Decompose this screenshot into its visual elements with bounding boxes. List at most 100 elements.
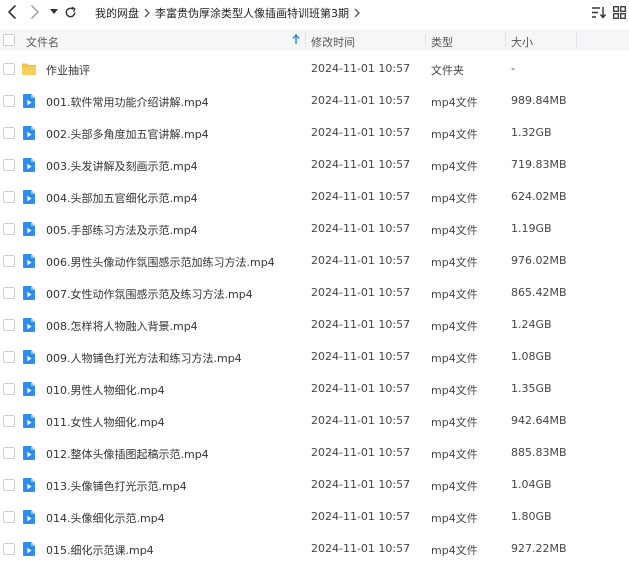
table-row[interactable]: 作业抽评 2024-11-01 10:57 文件夹 - bbox=[0, 53, 629, 85]
table-row[interactable]: 003.头发讲解及刻画示范.mp4 2024-11-01 10:57 mp4文件 71… bbox=[0, 149, 629, 181]
table-row[interactable]: 009.人物铺色打光方法和练习方法.mp4 2024-11-01 10:57 mp4… bbox=[0, 341, 629, 373]
file-name[interactable]: 作业抽评 bbox=[46, 62, 90, 78]
breadcrumb-item-root[interactable]: 我的网盘 bbox=[95, 5, 139, 21]
file-type: mp4文件 bbox=[431, 160, 478, 173]
file-modified-time: 2024-11-01 10:57 bbox=[311, 510, 411, 523]
file-modified-time: 2024-11-01 10:57 bbox=[311, 414, 411, 427]
video-file-icon bbox=[21, 413, 37, 429]
row-checkbox[interactable] bbox=[3, 479, 15, 491]
file-name[interactable]: 010.男性人物细化.mp4 bbox=[46, 382, 165, 398]
row-checkbox[interactable] bbox=[3, 543, 15, 555]
video-file-icon bbox=[21, 509, 37, 525]
row-checkbox[interactable] bbox=[3, 223, 15, 235]
row-checkbox[interactable] bbox=[3, 415, 15, 427]
file-name[interactable]: 011.女性人物细化.mp4 bbox=[46, 414, 165, 430]
table-row[interactable]: 010.男性人物细化.mp4 2024-11-01 10:57 mp4文件 1.35G… bbox=[0, 373, 629, 405]
table-row[interactable]: 004.头部加五官细化示范.mp4 2024-11-01 10:57 mp4文件 62… bbox=[0, 181, 629, 213]
file-name[interactable]: 001.软件常用功能介绍讲解.mp4 bbox=[46, 94, 209, 110]
table-row[interactable]: 012.整体头像插图起稿示范.mp4 2024-11-01 10:57 mp4文件 8… bbox=[0, 437, 629, 469]
file-modified-time: 2024-11-01 10:57 bbox=[311, 222, 411, 235]
video-file-icon bbox=[21, 125, 37, 141]
file-modified-time: 2024-11-01 10:57 bbox=[311, 286, 411, 299]
file-name[interactable]: 004.头部加五官细化示范.mp4 bbox=[46, 190, 198, 206]
column-type-header[interactable]: 类型 bbox=[431, 34, 453, 50]
select-all-checkbox[interactable] bbox=[3, 34, 15, 46]
file-name[interactable]: 012.整体头像插图起稿示范.mp4 bbox=[46, 446, 209, 462]
sort-button[interactable] bbox=[590, 4, 606, 20]
forward-button[interactable] bbox=[27, 3, 43, 21]
file-size: 1.24GB bbox=[511, 318, 552, 331]
file-type: mp4文件 bbox=[431, 384, 478, 397]
row-checkbox[interactable] bbox=[3, 447, 15, 459]
column-divider[interactable] bbox=[505, 33, 506, 47]
file-modified-time: 2024-11-01 10:57 bbox=[311, 382, 411, 395]
file-size: 1.32GB bbox=[511, 126, 552, 139]
file-modified-time: 2024-11-01 10:57 bbox=[311, 94, 411, 107]
row-checkbox[interactable] bbox=[3, 63, 15, 75]
caret-down-icon bbox=[50, 9, 58, 14]
column-header: 文件名 修改时间 类型 大小 bbox=[0, 29, 629, 51]
sort-icon bbox=[591, 6, 606, 19]
table-row[interactable]: 011.女性人物细化.mp4 2024-11-01 10:57 mp4文件 942.6… bbox=[0, 405, 629, 437]
file-name[interactable]: 013.头像铺色打光示范.mp4 bbox=[46, 478, 187, 494]
video-file-icon bbox=[21, 349, 37, 365]
file-name[interactable]: 008.怎样将人物融入背景.mp4 bbox=[46, 318, 198, 334]
file-type: mp4文件 bbox=[431, 288, 478, 301]
history-dropdown-button[interactable] bbox=[46, 3, 62, 21]
table-row[interactable]: 001.软件常用功能介绍讲解.mp4 2024-11-01 10:57 mp4文件 9… bbox=[0, 85, 629, 117]
file-name[interactable]: 007.女性动作氛围感示范及练习方法.mp4 bbox=[46, 286, 253, 302]
file-modified-time: 2024-11-01 10:57 bbox=[311, 62, 411, 75]
sort-ascending-icon bbox=[292, 33, 300, 48]
column-modified-header[interactable]: 修改时间 bbox=[311, 34, 355, 50]
file-name[interactable]: 009.人物铺色打光方法和练习方法.mp4 bbox=[46, 350, 242, 366]
table-row[interactable]: 008.怎样将人物融入背景.mp4 2024-11-01 10:57 mp4文件 1.… bbox=[0, 309, 629, 341]
table-row[interactable]: 015.细化示范课.mp4 2024-11-01 10:57 mp4文件 927.22… bbox=[0, 533, 629, 564]
row-checkbox[interactable] bbox=[3, 127, 15, 139]
column-size-header[interactable]: 大小 bbox=[511, 34, 533, 50]
back-button[interactable] bbox=[4, 3, 20, 21]
row-checkbox[interactable] bbox=[3, 511, 15, 523]
file-name[interactable]: 015.细化示范课.mp4 bbox=[46, 542, 154, 558]
row-checkbox[interactable] bbox=[3, 351, 15, 363]
breadcrumb-separator-icon bbox=[354, 8, 360, 18]
row-checkbox[interactable] bbox=[3, 383, 15, 395]
file-size: 719.83MB bbox=[511, 158, 567, 171]
file-size: 942.64MB bbox=[511, 414, 567, 427]
file-name[interactable]: 005.手部练习方法及示范.mp4 bbox=[46, 222, 198, 238]
file-type: mp4文件 bbox=[431, 352, 478, 365]
file-size: 1.04GB bbox=[511, 478, 552, 491]
file-name[interactable]: 014.头像细化示范.mp4 bbox=[46, 510, 165, 526]
column-divider[interactable] bbox=[425, 33, 426, 47]
file-type: 文件夹 bbox=[431, 64, 464, 77]
row-checkbox[interactable] bbox=[3, 255, 15, 267]
table-row[interactable]: 002.头部多角度加五官讲解.mp4 2024-11-01 10:57 mp4文件 1… bbox=[0, 117, 629, 149]
video-file-icon bbox=[21, 189, 37, 205]
video-file-icon bbox=[21, 285, 37, 301]
refresh-button[interactable] bbox=[62, 3, 78, 21]
file-name[interactable]: 006.男性头像动作氛围感示范加练习方法.mp4 bbox=[46, 254, 275, 270]
row-checkbox[interactable] bbox=[3, 95, 15, 107]
file-name[interactable]: 003.头发讲解及刻画示范.mp4 bbox=[46, 158, 198, 174]
file-type: mp4文件 bbox=[431, 480, 478, 493]
row-checkbox[interactable] bbox=[3, 319, 15, 331]
table-row[interactable]: 006.男性头像动作氛围感示范加练习方法.mp4 2024-11-01 10:57… bbox=[0, 245, 629, 277]
file-size: 885.83MB bbox=[511, 446, 567, 459]
column-name-header[interactable]: 文件名 bbox=[26, 34, 59, 50]
column-divider[interactable] bbox=[576, 33, 577, 47]
row-checkbox[interactable] bbox=[3, 191, 15, 203]
breadcrumb-item-current[interactable]: 李富贵伪厚涂类型人像插画特训班第3期 bbox=[155, 5, 349, 21]
row-checkbox[interactable] bbox=[3, 287, 15, 299]
video-file-icon bbox=[21, 381, 37, 397]
column-divider[interactable] bbox=[305, 33, 306, 47]
video-file-icon bbox=[21, 317, 37, 333]
row-checkbox[interactable] bbox=[3, 159, 15, 171]
file-modified-time: 2024-11-01 10:57 bbox=[311, 190, 411, 203]
table-row[interactable]: 013.头像铺色打光示范.mp4 2024-11-01 10:57 mp4文件 1.0… bbox=[0, 469, 629, 501]
table-row[interactable]: 005.手部练习方法及示范.mp4 2024-11-01 10:57 mp4文件 1.… bbox=[0, 213, 629, 245]
file-type: mp4文件 bbox=[431, 448, 478, 461]
grid-view-button[interactable] bbox=[611, 4, 627, 20]
file-name[interactable]: 002.头部多角度加五官讲解.mp4 bbox=[46, 126, 209, 142]
file-modified-time: 2024-11-01 10:57 bbox=[311, 542, 411, 555]
table-row[interactable]: 007.女性动作氛围感示范及练习方法.mp4 2024-11-01 10:57 mp… bbox=[0, 277, 629, 309]
table-row[interactable]: 014.头像细化示范.mp4 2024-11-01 10:57 mp4文件 1.80G… bbox=[0, 501, 629, 533]
